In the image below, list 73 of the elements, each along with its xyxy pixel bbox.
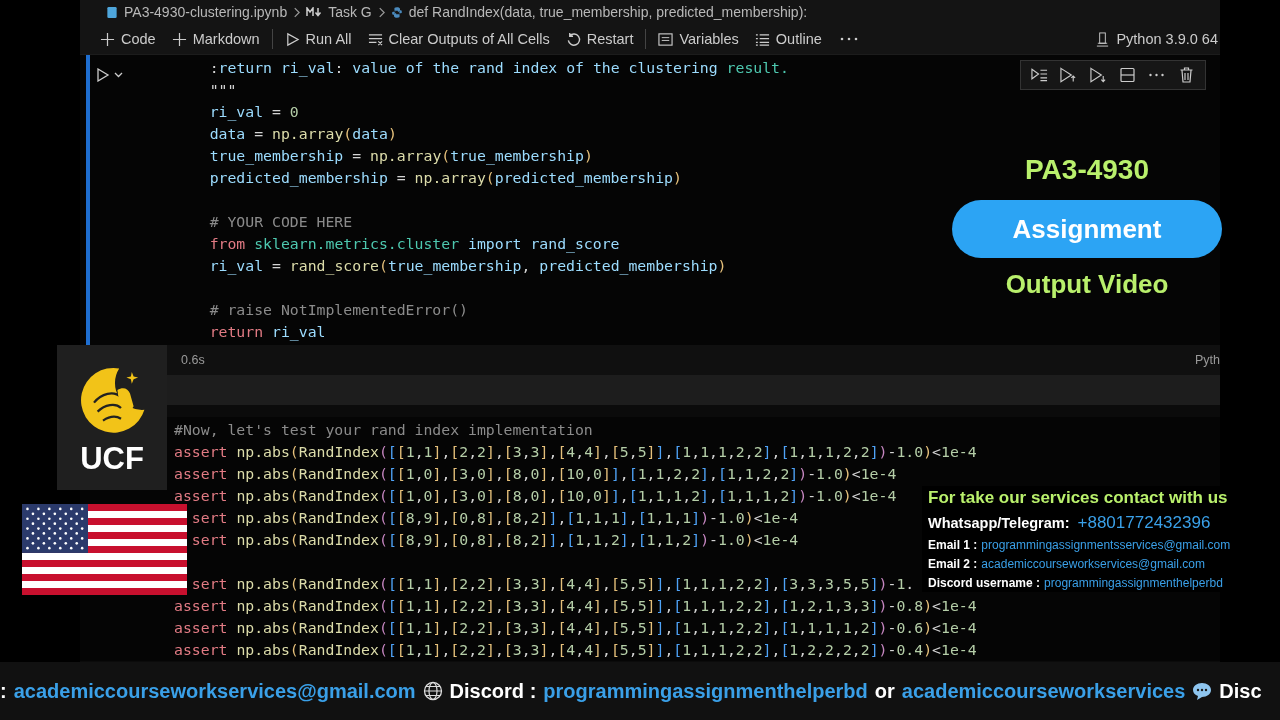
- promo-subtitle: Output Video: [1005, 268, 1169, 301]
- code-line: ri_val = 0: [208, 102, 299, 123]
- code-line: return ri_val: [208, 322, 326, 343]
- execution-time: 0.6s: [181, 353, 205, 367]
- promo-title: PA3-4930: [1025, 153, 1149, 187]
- chat-icon: [1192, 681, 1213, 701]
- code-line: predicted_membership = np.array(predicted_membership): [208, 168, 682, 189]
- chevron-icon: [377, 6, 385, 18]
- breadcrumb-item[interactable]: def RandIndex(data, true_membership, predicted_membership):: [408, 4, 808, 20]
- run-below-icon[interactable]: [1089, 67, 1107, 83]
- code-line: assert np.abs(RandIndex([[1,1],[2,2],[3,3],[4,4],[5,5]],[1,1,1,2,2],[1,2,2,2,2])-0.4)<1e-4: [174, 640, 977, 660]
- toolbar-button[interactable]: Markdown: [163, 29, 268, 49]
- code-line: assert np.abs(RandIndex([[1,1],[2,2],[3,3],[4,4],[5,5]],[1,1,1,2,2],[1,1,1,2,2])-1.0)<1e-4: [174, 442, 977, 462]
- code-line: assert np.abs(RandIndex([[1,0],[3,0],[8,0],[10,0]],[1,1,2,2],[1,1,2,2])-1.0)<1e-4: [174, 464, 897, 484]
- phone-number: +8801772432396: [1077, 512, 1211, 534]
- discord-username: programmingassignmenthelperbd: [1044, 575, 1223, 592]
- toolbar-button[interactable]: Code: [92, 29, 164, 49]
- run-cell-icon[interactable]: [96, 68, 124, 82]
- contact-label: Discord username :: [928, 575, 1041, 592]
- code-line: """: [208, 80, 237, 100]
- code-line: data = np.array(data): [208, 124, 397, 144]
- code-line: # raise NotImplementedError(): [208, 300, 468, 320]
- execute-above-icon[interactable]: [1031, 67, 1049, 83]
- code-cell[interactable]: [80, 55, 1220, 345]
- chevron-icon: [293, 6, 301, 18]
- code-line: :return ri_val: value of the rand index of the clustering result.: [208, 58, 789, 79]
- email-address: academiccourseworkservices@gmail.com: [981, 556, 1205, 573]
- assignment-badge: Assignment: [952, 200, 1222, 258]
- code-line: sert np.abs(RandIndex([[1,1],[2,2],[3,3],[4,4],[5,5]],[1,1,1,2,2],[3,3,3,5,5])-1.: [190, 574, 915, 594]
- python-icon: [390, 5, 403, 19]
- code-line: sert np.abs(RandIndex([[8,9],[0,8],[8,2]],[1,1,2],[1,1,2])-1.0)<1e-4: [190, 530, 799, 550]
- code-line: #Now, let's test your rand index implementation: [174, 420, 593, 440]
- ticker-label: :: [0, 679, 7, 703]
- restart-icon: [565, 31, 581, 47]
- notebook-icon: [106, 5, 118, 19]
- variables-icon: [658, 31, 674, 47]
- logo-text: UCF: [80, 441, 144, 477]
- contact-label: Email 2 :: [928, 556, 978, 573]
- outline-icon: [754, 31, 770, 47]
- contact-label: Whatsapp/Telegram:: [928, 514, 1070, 533]
- code-line: assert np.abs(RandIndex([[1,1],[2,2],[3,3],[4,4],[5,5]],[1,1,1,2,2],[1,1,1,1,2])-0.6)<1e-4: [174, 618, 977, 638]
- email-address: programmingassignmentsservices@gmail.com: [981, 537, 1231, 554]
- more-icon[interactable]: [839, 37, 858, 41]
- ticker-label: Disc: [1219, 679, 1262, 703]
- code-line: assert np.abs(RandIndex([[1,1],[2,2],[3,3],[4,4],[5,5]],[1,1,1,2,2],[1,2,1,3,3])-0.8)<1e-4: [174, 596, 977, 616]
- plus-icon: [100, 31, 115, 47]
- toolbar-button[interactable]: Clear Outputs of All Cells: [359, 29, 558, 49]
- code-line: from sklearn.metrics.cluster import rand_score: [208, 234, 620, 255]
- code-line: assert np.abs(RandIndex([[1,0],[3,0],[8,0],[10,0]],[1,1,1,2],[1,1,1,2])-1.0)<1e-4: [174, 486, 897, 506]
- run-above-icon[interactable]: [1060, 67, 1078, 83]
- contact-label: Email 1 :: [928, 537, 978, 554]
- toolbar-button[interactable]: Variables: [645, 29, 747, 49]
- breadcrumb-item[interactable]: PA3-4930-clustering.ipynb: [124, 4, 288, 20]
- code-line: # YOUR CODE HERE: [208, 212, 353, 232]
- split-cell-icon[interactable]: [1119, 67, 1137, 83]
- kernel-button[interactable]: Python 3.9.0 64: [1087, 29, 1220, 49]
- run-icon: [284, 31, 300, 47]
- contact-heading: For take our services contact with us: [928, 487, 1229, 509]
- breadcrumb-item[interactable]: Task G: [328, 4, 372, 20]
- kernel-icon: [1095, 31, 1111, 47]
- toolbar-button[interactable]: Restart: [557, 29, 642, 49]
- globe-icon: [422, 681, 443, 701]
- ticker-label: or: [874, 679, 895, 703]
- clear-outputs-icon: [367, 31, 383, 47]
- markdown-icon: [306, 7, 323, 17]
- ticker-label: Discord :: [449, 679, 537, 703]
- code-line: true_membership = np.array(true_membership): [208, 146, 593, 167]
- code-line: ri_val = rand_score(true_membership, predicted_membership): [208, 256, 727, 277]
- toolbar-button[interactable]: Run All: [271, 29, 360, 49]
- toolbar-button[interactable]: Outline: [746, 29, 830, 49]
- code-line: sert np.abs(RandIndex([[8,9],[0,8],[8,2]],[1,1,1],[1,1,1])-1.0)<1e-4: [190, 508, 799, 528]
- cell-language[interactable]: Pyth: [1195, 353, 1220, 367]
- plus-icon: [171, 31, 187, 47]
